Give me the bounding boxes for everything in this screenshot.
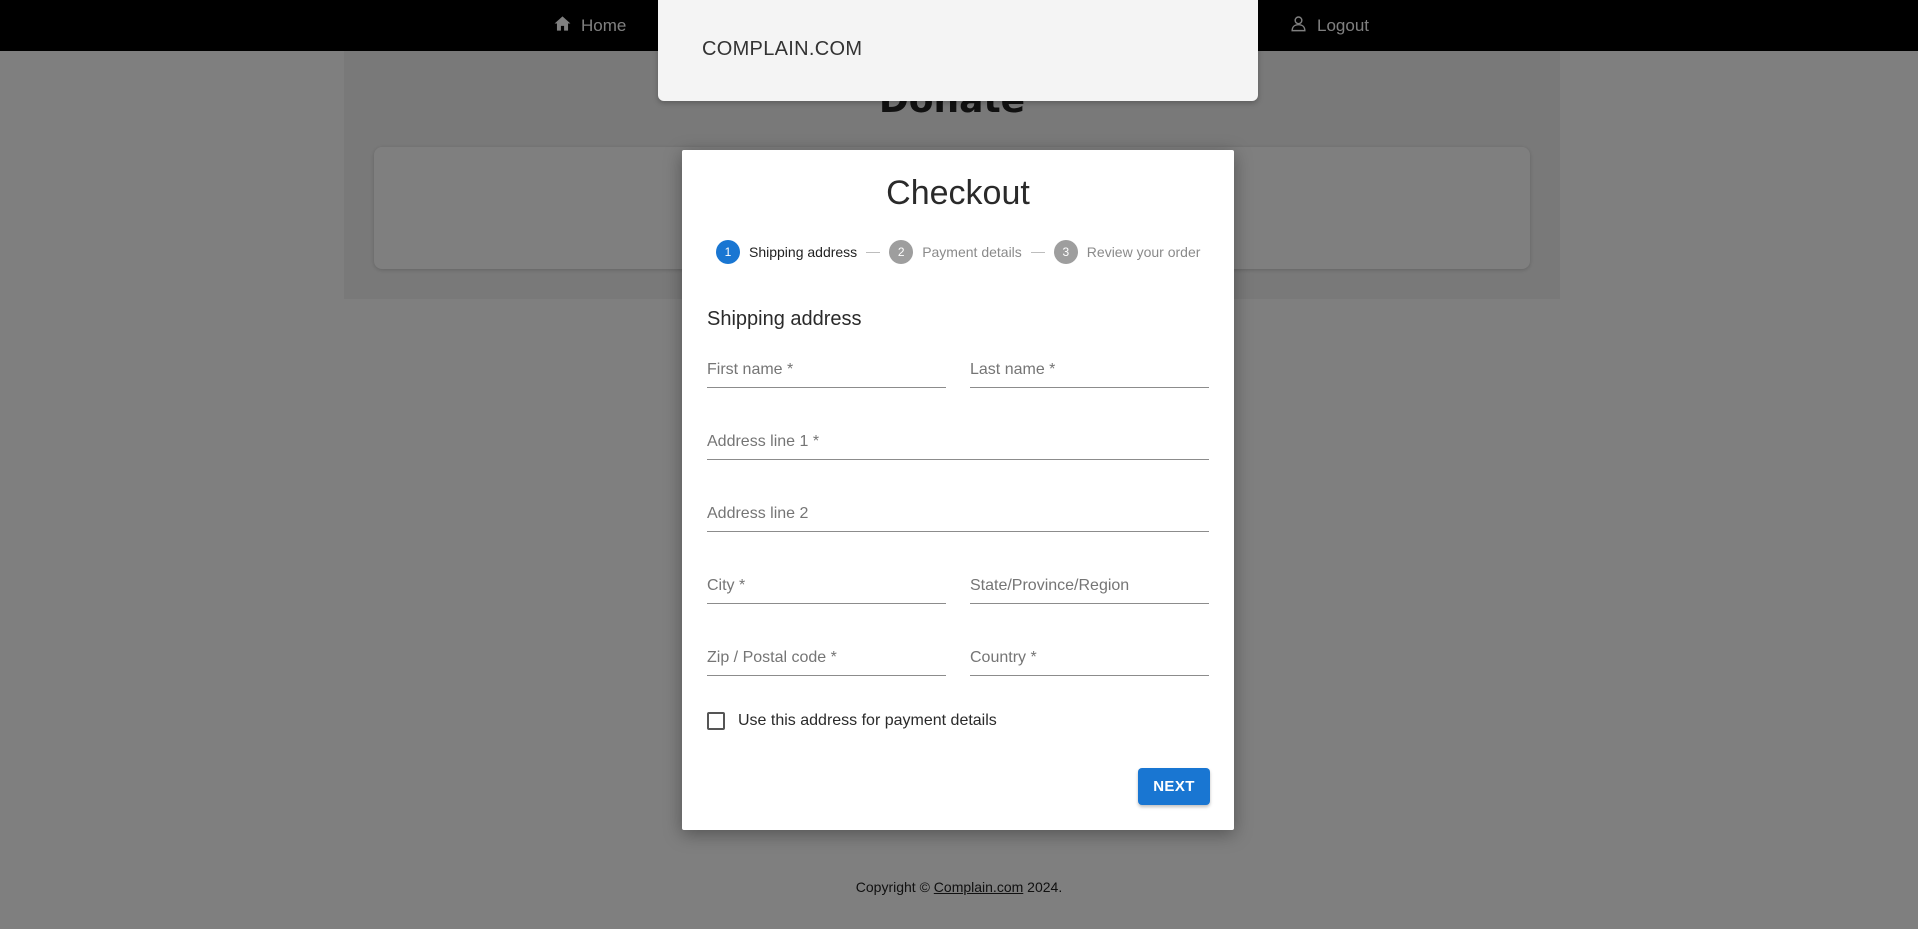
step-number: 3 xyxy=(1053,240,1078,264)
state-label: State/Province/Region xyxy=(970,577,1130,594)
step-number: 1 xyxy=(716,240,740,264)
country-field[interactable]: Country * xyxy=(970,642,1209,676)
use-address-checkbox-row[interactable]: Use this address for payment details xyxy=(707,712,997,730)
checkout-dialog: Checkout 1 Shipping address 2 Payment de… xyxy=(682,150,1234,830)
last-name-field[interactable]: Last name * xyxy=(970,354,1209,388)
step-label: Review your order xyxy=(1086,244,1201,260)
dialog-title: Checkout xyxy=(886,174,1030,212)
step-number: 2 xyxy=(889,240,914,264)
step-payment: 2 Payment details xyxy=(889,240,1022,264)
section-title: Shipping address xyxy=(707,308,862,330)
city-field[interactable]: City * xyxy=(707,570,946,604)
last-name-label: Last name * xyxy=(970,361,1056,378)
use-address-label: Use this address for payment details xyxy=(738,712,997,729)
brand-popup: COMPLAIN.COM xyxy=(658,0,1258,101)
step-label: Payment details xyxy=(922,244,1022,260)
country-label: Country * xyxy=(970,649,1037,666)
use-address-checkbox[interactable] xyxy=(707,712,725,730)
checkout-stepper: 1 Shipping address 2 Payment details 3 R… xyxy=(716,240,1200,264)
brand-name: COMPLAIN.COM xyxy=(702,38,863,60)
address-line-1-label: Address line 1 * xyxy=(707,433,820,450)
city-label: City * xyxy=(707,577,746,594)
address-line-1-field[interactable]: Address line 1 * xyxy=(707,426,1209,460)
state-field[interactable]: State/Province/Region xyxy=(970,570,1209,604)
step-review: 3 Review your order xyxy=(1053,240,1201,264)
next-button[interactable]: NEXT xyxy=(1138,768,1210,805)
step-connector xyxy=(1030,251,1045,253)
first-name-field[interactable]: First name * xyxy=(707,354,946,388)
step-connector xyxy=(866,251,881,253)
zip-field[interactable]: Zip / Postal code * xyxy=(707,642,946,676)
address-line-2-label: Address line 2 xyxy=(707,505,809,522)
step-shipping: 1 Shipping address xyxy=(716,240,857,264)
address-line-2-field[interactable]: Address line 2 xyxy=(707,498,1209,532)
first-name-label: First name * xyxy=(707,361,794,378)
zip-label: Zip / Postal code * xyxy=(707,649,837,666)
step-label: Shipping address xyxy=(749,244,858,260)
